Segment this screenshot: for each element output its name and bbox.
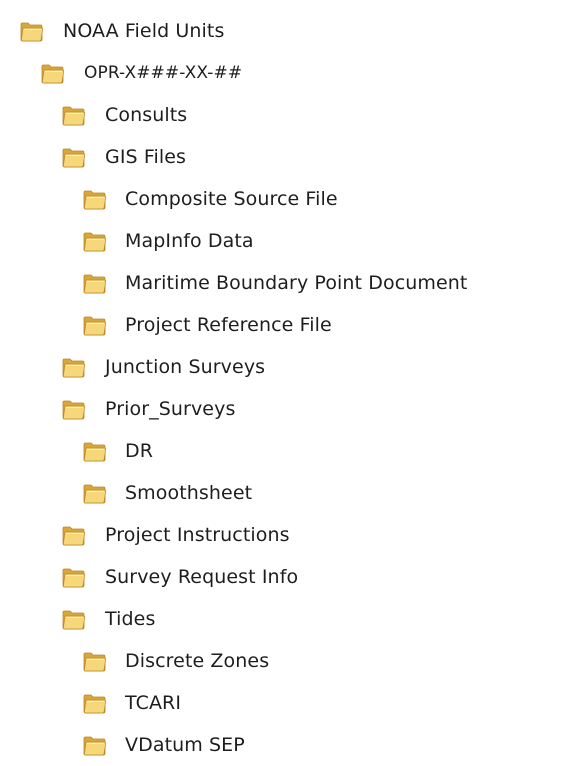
tree-item-label: Junction Surveys <box>105 356 266 378</box>
tree-item-label: TCARI <box>125 692 182 714</box>
tree-item-label: OPR-X###-XX-## <box>84 63 243 83</box>
tree-item-project-reference-file[interactable]: Project Reference File <box>0 304 584 346</box>
tree-item-discrete-zones[interactable]: Discrete Zones <box>0 640 584 682</box>
folder-tree: NOAA Field Units OPR-X###-XX-## Consults GI… <box>0 10 584 766</box>
tree-item-label: Smoothsheet <box>125 482 253 504</box>
folder-icon <box>62 105 86 126</box>
tree-item-smoothsheet[interactable]: Smoothsheet <box>0 472 584 514</box>
tree-item-composite-source-file[interactable]: Composite Source File <box>0 178 584 220</box>
tree-item-consults[interactable]: Consults <box>0 94 584 136</box>
tree-item-vdatum-sep[interactable]: VDatum SEP <box>0 724 584 766</box>
tree-item-dr[interactable]: DR <box>0 430 584 472</box>
folder-icon <box>62 609 86 630</box>
tree-item-prior-surveys[interactable]: Prior_Surveys <box>0 388 584 430</box>
tree-item-label: Composite Source File <box>125 188 338 210</box>
tree-item-survey-request-info[interactable]: Survey Request Info <box>0 556 584 598</box>
tree-item-label: VDatum SEP <box>125 734 245 756</box>
folder-icon <box>83 441 107 462</box>
tree-item-maritime-boundary-point-document[interactable]: Maritime Boundary Point Document <box>0 262 584 304</box>
folder-icon <box>83 315 107 336</box>
folder-icon <box>83 693 107 714</box>
folder-icon <box>62 525 86 546</box>
tree-item-opr-x-xx[interactable]: OPR-X###-XX-## <box>0 52 584 94</box>
folder-icon <box>83 651 107 672</box>
tree-item-label: Discrete Zones <box>125 650 270 672</box>
tree-item-noaa-field-units[interactable]: NOAA Field Units <box>0 10 584 52</box>
tree-item-label: Consults <box>105 104 188 126</box>
folder-icon <box>62 147 86 168</box>
tree-item-junction-surveys[interactable]: Junction Surveys <box>0 346 584 388</box>
folder-icon <box>83 189 107 210</box>
tree-item-label: Survey Request Info <box>105 566 299 588</box>
folder-icon <box>83 735 107 756</box>
folder-icon <box>41 63 65 84</box>
folder-icon <box>62 399 86 420</box>
tree-item-gis-files[interactable]: GIS Files <box>0 136 584 178</box>
tree-item-label: Tides <box>105 608 156 630</box>
tree-item-label: Prior_Surveys <box>105 398 236 420</box>
tree-item-project-instructions[interactable]: Project Instructions <box>0 514 584 556</box>
folder-icon <box>83 231 107 252</box>
tree-item-label: Project Instructions <box>105 524 290 546</box>
folder-icon <box>20 21 44 42</box>
tree-item-label: NOAA Field Units <box>63 20 225 42</box>
folder-icon <box>62 357 86 378</box>
tree-item-mapinfo-data[interactable]: MapInfo Data <box>0 220 584 262</box>
folder-icon <box>83 273 107 294</box>
tree-item-label: DR <box>125 440 154 462</box>
folder-icon <box>83 483 107 504</box>
tree-item-label: Project Reference File <box>125 314 332 336</box>
tree-item-tides[interactable]: Tides <box>0 598 584 640</box>
tree-item-tcari[interactable]: TCARI <box>0 682 584 724</box>
tree-item-label: MapInfo Data <box>125 230 254 252</box>
tree-item-label: Maritime Boundary Point Document <box>125 272 468 294</box>
tree-item-label: GIS Files <box>105 146 187 168</box>
folder-icon <box>62 567 86 588</box>
